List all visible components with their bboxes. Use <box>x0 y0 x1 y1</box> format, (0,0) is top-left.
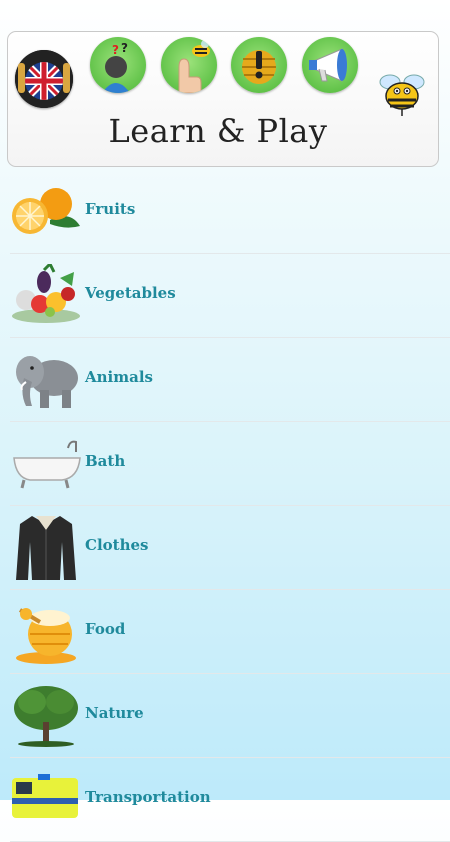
jacket-icon <box>10 516 82 580</box>
elephant-icon <box>10 348 82 412</box>
tree-icon <box>10 684 82 748</box>
category-row-animals[interactable]: Animals <box>10 338 450 422</box>
category-row-bath[interactable]: Bath <box>10 422 450 506</box>
vegetables-icon <box>10 261 82 328</box>
honey-pot-icon <box>10 600 82 664</box>
category-label: Animals <box>85 368 153 386</box>
svg-text:?: ? <box>112 43 119 57</box>
quiz-question-icon[interactable]: ? ? <box>90 37 146 93</box>
category-label: Vegetables <box>85 284 176 302</box>
category-label: Clothes <box>85 536 149 554</box>
bathtub-icon <box>10 432 82 496</box>
category-label: Bath <box>85 452 126 470</box>
bee-hive-alert-icon[interactable] <box>231 37 287 93</box>
category-label: Nature <box>85 704 144 722</box>
category-label: Food <box>85 620 126 638</box>
category-label: Transportation <box>85 788 211 806</box>
category-row-nature[interactable]: Nature <box>10 674 450 758</box>
app-title: Learn & Play <box>108 112 328 150</box>
category-list: Fruits Vegetables Animals Bath Clothes F… <box>0 170 450 842</box>
svg-text:?: ? <box>121 41 128 55</box>
category-row-vegetables[interactable]: Vegetables <box>10 254 450 338</box>
ambulance-icon <box>10 768 82 832</box>
touch-bee-icon[interactable] <box>161 37 217 93</box>
megaphone-icon[interactable] <box>302 37 358 93</box>
orange-fruit-icon <box>10 180 82 244</box>
category-row-clothes[interactable]: Clothes <box>10 506 450 590</box>
category-row-transportation[interactable]: Transportation <box>10 758 450 842</box>
uk-flag-headphones-icon[interactable] <box>15 50 73 108</box>
category-row-food[interactable]: Food <box>10 590 450 674</box>
category-label: Fruits <box>85 200 136 218</box>
bee-mascot-icon[interactable] <box>374 70 430 118</box>
category-row-fruits[interactable]: Fruits <box>10 170 450 254</box>
